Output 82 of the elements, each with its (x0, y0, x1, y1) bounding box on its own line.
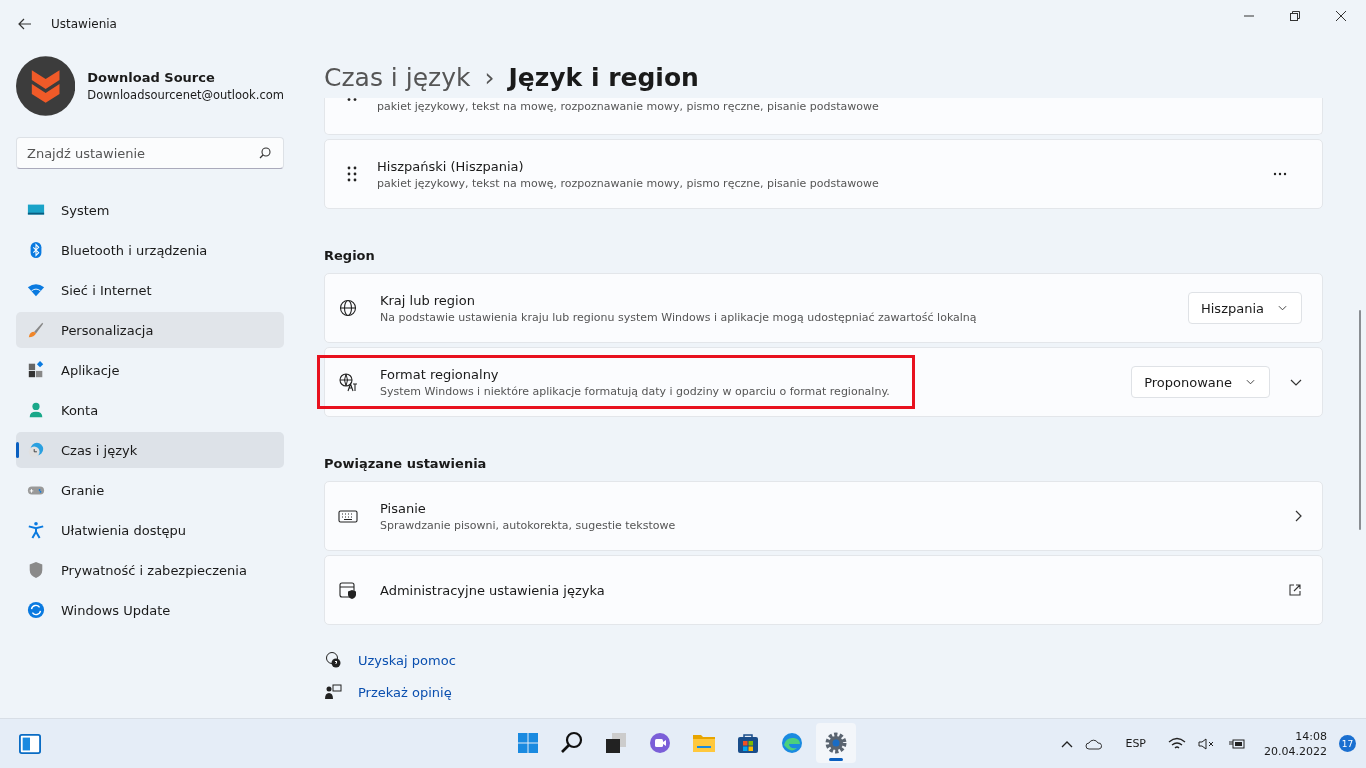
battery-icon[interactable] (1228, 736, 1246, 751)
widgets-icon[interactable] (18, 732, 42, 755)
help-link[interactable]: Uzyskaj pomoc (358, 652, 456, 668)
help-link[interactable]: Przekaż opinię (358, 684, 452, 700)
sidebar-item[interactable]: Ułatwienia dostępu (16, 512, 284, 548)
globe-clock-icon (27, 441, 45, 459)
dropdown[interactable]: Hiszpania (1187, 292, 1302, 324)
section-heading: Region (324, 248, 376, 263)
scrollbar-thumb[interactable] (1359, 310, 1361, 530)
chevron-down-icon (1246, 379, 1255, 385)
window-title: Ustawienia (51, 17, 117, 31)
sidebar-item[interactable]: Sieć i Internet (16, 272, 284, 308)
person-icon (27, 401, 45, 419)
avatar-logo-icon (16, 56, 76, 116)
account-email: Downloadsourcenet@outlook.com (87, 88, 284, 102)
setting-description: System Windows i niektóre aplikacje formatują daty i godziny w oparciu o format regionalny. (380, 384, 890, 398)
brush-icon (27, 321, 45, 339)
page-title: Język i region (508, 63, 699, 92)
sidebar-item[interactable]: Czas i język (16, 432, 284, 468)
apps-icon (27, 361, 45, 379)
clock-date[interactable]: 20.04.2022 (1264, 744, 1327, 758)
speaker-muted-icon[interactable] (1198, 736, 1216, 751)
language-name: Hiszpański (Hiszpania) (377, 158, 525, 174)
setting-row[interactable]: Pisanie Sprawdzanie pisowni, autokorekta, sugestie tekstowe (324, 481, 1323, 551)
video-chat-icon (648, 731, 672, 755)
setting-row[interactable]: Kraj lub region Na podstawie ustawienia kraju lub regionu system Windows i aplikacje mogą udostępniać zawartość lokalną Hiszpania (324, 273, 1323, 343)
wifi-icon (27, 281, 45, 299)
setting-title: Administracyjne ustawienia języka (380, 582, 605, 598)
settings-icon (824, 731, 848, 755)
clock-time[interactable]: 14:08 (1295, 729, 1327, 743)
help-icon (324, 651, 342, 669)
close-icon[interactable] (1336, 11, 1346, 21)
sidebar-item[interactable]: Aplikacje (16, 352, 284, 388)
language-card[interactable]: pakiet językowy, tekst na mowę, rozpoznawanie mowy, pismo ręczne, pisanie podstawowe (324, 98, 1323, 135)
sidebar-item[interactable]: Bluetooth i urządzenia (16, 232, 284, 268)
expand-chevron-icon[interactable] (1290, 378, 1302, 386)
language-icon (338, 372, 358, 392)
sidebar-item[interactable]: System (16, 192, 284, 228)
sidebar-item[interactable]: Prywatność i zabezpieczenia (16, 552, 284, 588)
account-name: Download Source (87, 70, 216, 85)
sidebar-item[interactable]: Granie (16, 472, 284, 508)
wifi-icon[interactable] (1168, 736, 1186, 751)
drag-handle-icon[interactable] (347, 166, 357, 182)
chevron-right-icon (1295, 510, 1302, 522)
search-field[interactable]: Znajdź ustawienie (16, 137, 284, 169)
restore-icon[interactable] (1290, 11, 1300, 21)
task-view-icon (604, 731, 628, 755)
shield-icon (27, 561, 45, 579)
globe-icon (338, 298, 358, 318)
breadcrumb-parent[interactable]: Czas i język (324, 63, 471, 92)
setting-title: Format regionalny (380, 366, 500, 382)
browser-icon (780, 731, 804, 755)
setting-title: Kraj lub region (380, 292, 476, 308)
external-link-icon (1288, 583, 1302, 597)
sidebar-item[interactable]: Windows Update (16, 592, 284, 628)
windows-logo-icon (516, 731, 540, 755)
accessibility-icon (27, 521, 45, 539)
chevron-down-icon (1278, 305, 1287, 311)
section-heading: Powiązane ustawienia (324, 456, 488, 471)
setting-row[interactable]: Administracyjne ustawienia języka (324, 555, 1323, 625)
more-options-icon[interactable] (1273, 172, 1287, 176)
update-icon (27, 601, 45, 619)
back-arrow-icon[interactable] (17, 16, 33, 32)
language-features: pakiet językowy, tekst na mowę, rozpoznawanie mowy, pismo ręczne, pisanie podstawowe (377, 100, 880, 113)
search-icon (258, 146, 272, 160)
window-shield-icon (338, 580, 358, 600)
setting-description: Na podstawie ustawienia kraju lub regionu system Windows i aplikacje mogą udostępniać zawartość lokalną (380, 310, 977, 324)
search-icon (560, 731, 584, 755)
dropdown[interactable]: Proponowane (1131, 366, 1270, 398)
sidebar-item[interactable]: Konta (16, 392, 284, 428)
setting-description: Sprawdzanie pisowni, autokorekta, sugestie tekstowe (380, 518, 676, 532)
drag-handle-icon[interactable] (347, 98, 357, 102)
language-features: pakiet językowy, tekst na mowę, rozpoznawanie mowy, pismo ręczne, pisanie podstawowe (377, 176, 880, 190)
store-bag-icon (736, 731, 760, 755)
feedback-icon (324, 683, 342, 701)
input-language[interactable]: ESP (1125, 737, 1146, 750)
chevron-up-icon[interactable] (1061, 739, 1074, 748)
breadcrumb-separator: › (484, 63, 495, 92)
language-card[interactable]: Hiszpański (Hiszpania) pakiet językowy, tekst na mowę, rozpoznawanie mowy, pismo ręczne, pisanie podstawowe (324, 139, 1323, 209)
notification-count[interactable]: 17 (1339, 735, 1356, 752)
sidebar-item[interactable]: Personalizacja (16, 312, 284, 348)
setting-title: Pisanie (380, 500, 427, 516)
